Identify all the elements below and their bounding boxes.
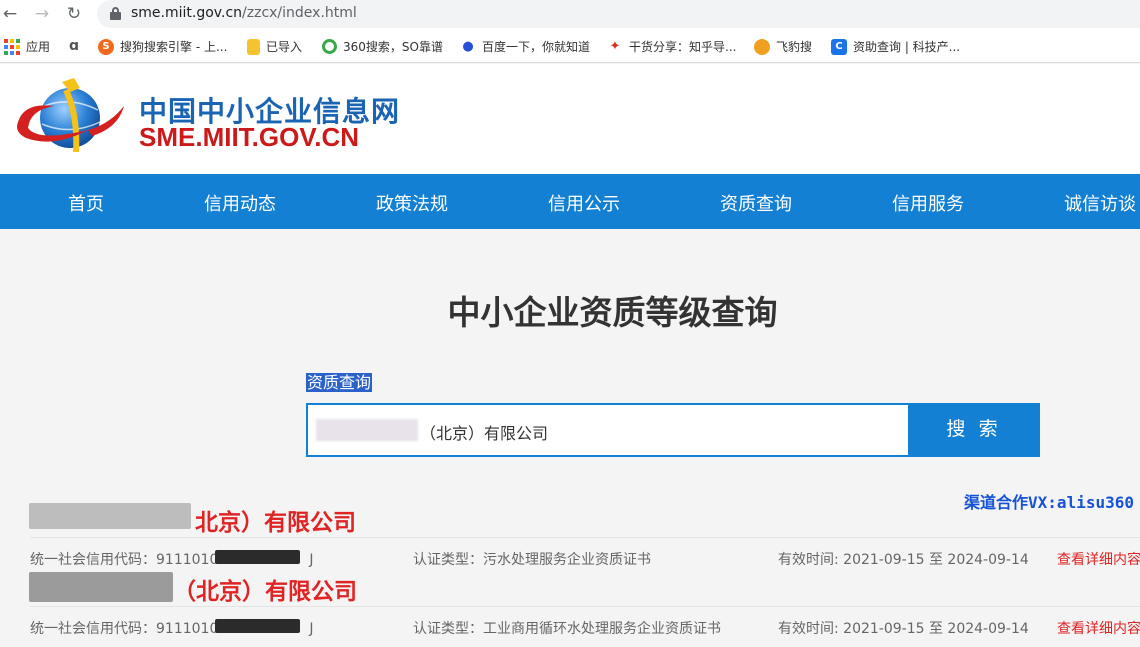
cert-type: 认证类型：工业商用循环水处理服务企业资质证书	[413, 621, 721, 637]
site-domain: SME.MIIT.GOV.CN	[139, 122, 360, 152]
browser-toolbar: ← → ↻ sme.miit.gov.cn/zzcx/index.html	[0, 0, 1140, 30]
bookmark-imported[interactable]: 已导入	[247, 38, 302, 55]
baidu-paw-icon: ●	[462, 38, 474, 54]
result-item: 北京）有限公司 统一社会信用代码：9111010 J 认证类型：污水处理服务企业资…	[0, 503, 1140, 573]
bookmark-a-logo[interactable]: ɑ	[66, 38, 88, 54]
sogou-icon: S	[98, 38, 114, 55]
redacted-code	[215, 550, 300, 564]
bookmark-360[interactable]: 360搜索，SO靠谱	[322, 38, 443, 55]
redacted-code	[215, 619, 300, 633]
bookmark-baidu[interactable]: ● 百度一下，你就知道	[460, 38, 590, 55]
site-logo-globe-icon[interactable]	[14, 76, 134, 158]
support-query-icon: C	[831, 38, 847, 55]
search-input-value: （北京）有限公司	[420, 424, 549, 443]
bookmark-support-query[interactable]: C 资助查询 | 科技产...	[831, 38, 960, 55]
validity: 有效时间: 2021-09-15 至 2024-09-14	[778, 552, 1029, 568]
view-details-link[interactable]: 查看详细内容	[1057, 618, 1140, 638]
bookmark-zhihu-share[interactable]: ✦ 干货分享：知乎导...	[607, 38, 737, 55]
url-text[interactable]: sme.miit.gov.cn/zzcx/index.html	[131, 5, 357, 21]
page-title: 中小企业资质等级查询	[447, 293, 778, 332]
bookmark-sogou[interactable]: S 搜狗搜索引擎 - 上...	[98, 38, 227, 55]
redacted-text	[316, 419, 418, 441]
leopard-search-icon	[754, 38, 770, 55]
validity: 有效时间: 2021-09-15 至 2024-09-14	[778, 621, 1029, 637]
zhihu-share-icon: ✦	[609, 38, 621, 54]
forward-arrow-icon[interactable]: →	[32, 4, 52, 24]
nav-credit-publicity[interactable]: 信用公示	[548, 190, 620, 216]
back-arrow-icon[interactable]: ←	[0, 4, 20, 24]
redacted-name	[29, 572, 173, 602]
nav-home[interactable]: 首页	[68, 190, 104, 216]
divider	[30, 537, 1140, 538]
main-content: 中小企业资质等级查询 资质查询 （北京）有限公司 搜 索 渠道合作VX:alis…	[0, 239, 1140, 647]
nav-policy[interactable]: 政策法规	[376, 190, 448, 216]
cert-type: 认证类型：污水处理服务企业资质证书	[413, 552, 651, 568]
search-label: 资质查询	[306, 373, 373, 392]
lock-icon	[110, 7, 121, 20]
bookmark-apps[interactable]: 应用	[4, 38, 50, 55]
result-item: （北京）有限公司 统一社会信用代码：9111010 J 认证类型：工业商用循环水处…	[0, 572, 1140, 642]
redacted-name	[29, 503, 191, 529]
360-search-icon	[322, 39, 337, 54]
a-logo-icon: ɑ	[68, 38, 80, 54]
main-nav: 首页 信用动态 政策法规 信用公示 资质查询 信用服务 诚信访谈	[0, 174, 1140, 229]
search-button[interactable]: 搜 索	[908, 403, 1040, 457]
company-name[interactable]: （北京）有限公司	[173, 572, 357, 606]
nav-credit-service[interactable]: 信用服务	[892, 190, 964, 216]
search-input[interactable]: （北京）有限公司	[306, 403, 910, 457]
company-name[interactable]: 北京）有限公司	[195, 503, 356, 537]
bookmark-leopard[interactable]: 飞豹搜	[754, 38, 812, 55]
folder-icon	[247, 38, 260, 55]
site-header: 中国中小企业信息网 SME.MIIT.GOV.CN	[0, 64, 1140, 174]
nav-credit-news[interactable]: 信用动态	[204, 190, 276, 216]
nav-integrity-interview[interactable]: 诚信访谈	[1064, 190, 1136, 216]
nav-qualification-query[interactable]: 资质查询	[720, 190, 792, 216]
reload-icon[interactable]: ↻	[64, 4, 84, 24]
apps-grid-icon	[4, 38, 20, 55]
divider	[30, 606, 1140, 607]
bookmarks-bar: 应用 ɑ S 搜狗搜索引擎 - 上... 已导入 360搜索，SO靠谱 ● 百度…	[0, 30, 1140, 63]
view-details-link[interactable]: 查看详细内容	[1057, 549, 1140, 569]
